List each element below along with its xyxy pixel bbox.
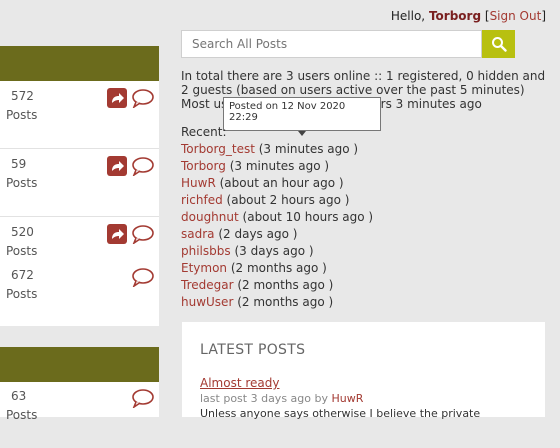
search-icon xyxy=(492,37,507,52)
forum-group-header xyxy=(0,46,159,81)
tooltip-arrow xyxy=(298,131,306,136)
latest-post-link[interactable]: Almost ready xyxy=(200,376,279,390)
recent-user-time: (about 2 hours ago ) xyxy=(226,193,350,207)
recent-user-link[interactable]: huwUser xyxy=(181,295,233,309)
recent-user-link[interactable]: Torborg_test xyxy=(181,142,255,156)
forum-group-header xyxy=(0,347,159,382)
forum-row: 59 Posts xyxy=(0,156,159,216)
forum-list: 572 Posts 59 Posts 520 Posts 672 Posts 6… xyxy=(0,0,159,422)
list-item: Etymon (2 months ago ) xyxy=(181,260,373,277)
forum-post-count: 572 xyxy=(11,89,34,103)
username-link[interactable]: Torborg xyxy=(429,9,481,23)
latest-post-snippet: Unless anyone says otherwise I believe t… xyxy=(200,407,481,420)
recent-user-link[interactable]: Torborg xyxy=(181,159,226,173)
forum-posts-label: Posts xyxy=(6,176,38,190)
recent-user-link[interactable]: Tredegar xyxy=(181,278,234,292)
list-item: sadra (2 days ago ) xyxy=(181,226,373,243)
latest-posts-panel: LATEST POSTS Almost ready last post 3 da… xyxy=(182,322,545,420)
share-icon[interactable] xyxy=(107,224,127,244)
comment-icon[interactable] xyxy=(131,224,155,248)
forum-row: 572 Posts xyxy=(0,88,159,148)
recent-user-link[interactable]: doughnut xyxy=(181,210,239,224)
list-item: Torborg_test (3 minutes ago ) xyxy=(181,141,373,158)
latest-post-author[interactable]: HuwR xyxy=(332,392,364,405)
forum-group-body: 63 Posts xyxy=(0,382,159,422)
recent-user-link[interactable]: Etymon xyxy=(181,261,227,275)
recent-user-time: (about 10 hours ago ) xyxy=(242,210,374,224)
recent-user-link[interactable]: richfed xyxy=(181,193,223,207)
divider xyxy=(0,216,159,217)
post-date-tooltip: Posted on 12 Nov 2020 22:29 xyxy=(223,97,381,131)
comment-icon[interactable] xyxy=(131,267,155,291)
list-item: Tredegar (2 months ago ) xyxy=(181,277,373,294)
forum-posts-label: Posts xyxy=(6,244,38,258)
recent-user-time: (about an hour ago ) xyxy=(219,176,344,190)
forum-post-count: 672 xyxy=(11,268,34,282)
recent-user-time: (2 months ago ) xyxy=(237,278,334,292)
divider xyxy=(0,148,159,149)
forum-posts-label: Posts xyxy=(6,108,38,122)
recent-user-time: (2 months ago ) xyxy=(230,261,327,275)
comment-icon[interactable] xyxy=(131,388,155,412)
share-icon[interactable] xyxy=(107,156,127,176)
list-item: huwUser (2 months ago ) xyxy=(181,294,373,311)
recent-user-link[interactable]: philsbbs xyxy=(181,244,231,258)
forum-post-count: 59 xyxy=(11,157,27,171)
recent-user-time: (2 months ago ) xyxy=(237,295,334,309)
list-item: philsbbs (3 days ago ) xyxy=(181,243,373,260)
list-item: doughnut (about 10 hours ago ) xyxy=(181,209,373,226)
search-button[interactable] xyxy=(482,30,515,58)
comment-icon[interactable] xyxy=(131,88,155,112)
forum-posts-label: Posts xyxy=(6,408,38,422)
latest-posts-title: LATEST POSTS xyxy=(200,342,306,358)
recent-label: Recent: xyxy=(181,125,227,139)
recent-user-link[interactable]: sadra xyxy=(181,227,215,241)
list-item: richfed (about 2 hours ago ) xyxy=(181,192,373,209)
recent-user-time: (3 minutes ago ) xyxy=(229,159,330,173)
user-greeting: Hello, Torborg [Sign Out] xyxy=(390,9,546,23)
share-icon[interactable] xyxy=(107,88,127,108)
latest-post-meta: last post 3 days ago by HuwR xyxy=(200,392,363,405)
list-item: Torborg (3 minutes ago ) xyxy=(181,158,373,175)
list-item: HuwR (about an hour ago ) xyxy=(181,175,373,192)
recent-user-time: (3 minutes ago ) xyxy=(258,142,359,156)
recent-users-list: Torborg_test (3 minutes ago ) Torborg (3… xyxy=(181,141,373,311)
forum-row: 672 Posts xyxy=(0,267,159,327)
latest-post-meta-text: last post 3 days ago by xyxy=(200,392,328,405)
comment-icon[interactable] xyxy=(131,156,155,180)
forum-group-body: 572 Posts 59 Posts 520 Posts 672 Posts xyxy=(0,81,159,326)
recent-user-time: (2 days ago ) xyxy=(218,227,298,241)
recent-user-link[interactable]: HuwR xyxy=(181,176,216,190)
greeting-text: Hello, xyxy=(390,9,426,23)
forum-post-count: 63 xyxy=(11,389,27,403)
forum-post-count: 520 xyxy=(11,225,34,239)
forum-posts-label: Posts xyxy=(6,287,38,301)
forum-row: 63 Posts xyxy=(0,388,159,448)
sign-out-link[interactable]: Sign Out xyxy=(490,9,542,23)
recent-user-time: (3 days ago ) xyxy=(234,244,314,258)
search-input[interactable] xyxy=(181,30,482,58)
